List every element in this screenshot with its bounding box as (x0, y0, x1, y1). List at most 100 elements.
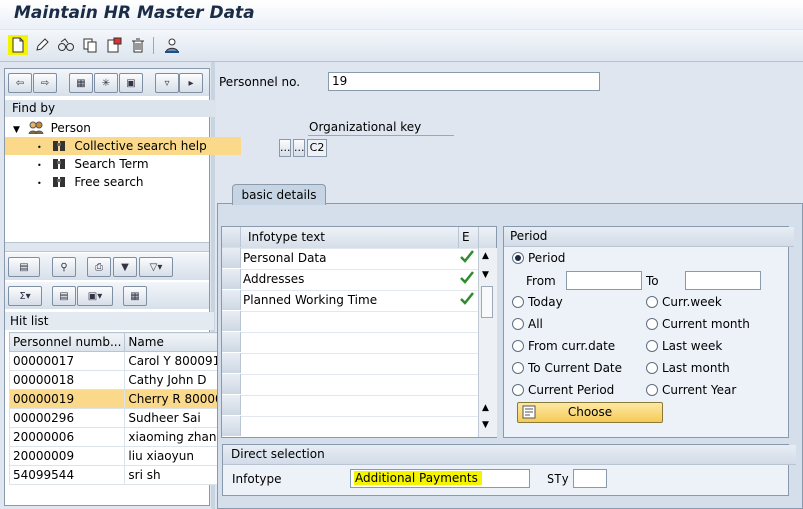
radio-to-current-date[interactable]: To Current Date (512, 361, 622, 375)
radio-dot[interactable] (646, 362, 658, 374)
scroll-up-icon[interactable]: ▲ (482, 251, 489, 261)
radio-dot[interactable] (512, 318, 524, 330)
scroll-down-icon[interactable]: ▼ (482, 270, 489, 280)
select-all-cell[interactable] (222, 227, 241, 247)
row-selector[interactable] (222, 395, 241, 415)
column-header-e[interactable]: E (462, 230, 470, 244)
row-selector[interactable] (222, 374, 241, 394)
row-selector[interactable] (222, 248, 241, 268)
choose-button[interactable]: Choose (517, 402, 663, 423)
export-icon[interactable]: ▣▾ (77, 286, 113, 306)
copy-icon[interactable] (80, 35, 100, 55)
radio-all[interactable]: All (512, 317, 543, 331)
radio-dot[interactable] (512, 340, 524, 352)
radio-current-month[interactable]: Current month (646, 317, 750, 331)
create-icon[interactable] (8, 35, 28, 55)
details-icon[interactable]: ▤ (8, 257, 40, 277)
row-selector[interactable] (222, 353, 241, 373)
table-row[interactable]: 20000006 xiaoming zhang (8, 427, 229, 447)
infotype-text[interactable]: Planned Working Time (243, 293, 377, 307)
cell-name[interactable]: Carol Y 800091 (124, 351, 229, 371)
org-key-button-2[interactable]: ... (293, 139, 305, 157)
layout-grid-icon[interactable]: ▦ (123, 286, 147, 306)
display-icon[interactable] (56, 35, 76, 55)
radio-current-year[interactable]: Current Year (646, 383, 736, 397)
column-header-personnel[interactable]: Personnel numb... (8, 332, 126, 352)
cell-name[interactable]: Sudheer Sai (124, 408, 229, 428)
expand-down-icon[interactable]: ▼ (13, 125, 20, 135)
tree-item-search-term[interactable]: • Search Term (5, 155, 241, 173)
radio-last-week[interactable]: Last week (646, 339, 722, 353)
cell-personnel[interactable]: 00000018 (8, 370, 126, 390)
radio-dot[interactable] (646, 296, 658, 308)
infotype-row-empty[interactable] (222, 374, 478, 396)
forward-arrow-icon[interactable]: ⇨ (33, 73, 57, 93)
radio-dot[interactable] (646, 340, 658, 352)
radio-dot[interactable] (512, 252, 524, 264)
row-selector[interactable] (222, 269, 241, 289)
scroll-down-bottom-icon[interactable]: ▼ (482, 420, 489, 430)
radio-current-period[interactable]: Current Period (512, 383, 614, 397)
radio-dot[interactable] (646, 318, 658, 330)
column-header-name[interactable]: Name (124, 332, 229, 352)
cell-name[interactable]: sri sh (124, 465, 229, 485)
radio-dot[interactable] (646, 384, 658, 396)
sty-field[interactable] (573, 469, 607, 488)
table-row[interactable]: 00000017 Carol Y 800091 (8, 351, 229, 371)
cell-personnel[interactable]: 00000296 (8, 408, 126, 428)
radio-today[interactable]: Today (512, 295, 563, 309)
vertical-scrollbar[interactable]: ▲ ▼ ▲ ▼ (478, 248, 497, 437)
scroll-thumb[interactable] (481, 286, 493, 318)
from-date-field[interactable] (566, 271, 642, 290)
infotype-row[interactable]: Planned Working Time (222, 290, 478, 312)
cell-name[interactable]: liu xiaoyun (124, 446, 229, 466)
tree-node-person[interactable]: ▼ Person (5, 119, 217, 137)
row-selector[interactable] (222, 311, 241, 331)
radio-curr-week[interactable]: Curr.week (646, 295, 722, 309)
infotype-row-empty[interactable] (222, 311, 478, 333)
cell-personnel[interactable]: 20000009 (8, 446, 126, 466)
table-row[interactable]: 00000018 Cathy John D (8, 370, 229, 390)
filter-down-icon[interactable]: ▿ (155, 73, 179, 93)
cell-personnel[interactable]: 00000019 (8, 389, 126, 409)
find-icon[interactable]: ⚲ (52, 257, 76, 277)
radio-period[interactable]: Period (512, 251, 565, 265)
tree-item-collective-search-help[interactable]: • Collective search help (5, 137, 241, 155)
sort-icon[interactable]: ▼ (113, 257, 137, 277)
table-row[interactable]: 20000009 liu xiaoyun (8, 446, 229, 466)
row-selector[interactable] (222, 290, 241, 310)
org-key-button-1[interactable]: ... (279, 139, 291, 157)
splitter-handle[interactable] (5, 242, 209, 252)
delimit-icon[interactable] (104, 35, 124, 55)
cell-personnel[interactable]: 54099544 (8, 465, 126, 485)
tree-item-free-search[interactable]: • Free search (5, 173, 241, 191)
to-date-field[interactable] (685, 271, 761, 290)
calendar-icon[interactable]: ▦ (69, 73, 93, 93)
infotype-row[interactable]: Personal Data (222, 248, 478, 270)
infotype-row-empty[interactable] (222, 353, 478, 375)
radio-last-month[interactable]: Last month (646, 361, 730, 375)
back-arrow-icon[interactable]: ⇦ (8, 73, 32, 93)
table-row[interactable]: 54099544 sri sh (8, 465, 229, 485)
infotype-field[interactable]: Additional Payments (350, 469, 530, 488)
personnel-no-field[interactable]: 19 (328, 72, 600, 91)
radio-dot[interactable] (512, 362, 524, 374)
infotype-text[interactable]: Addresses (243, 272, 304, 286)
infotype-row[interactable]: Addresses (222, 269, 478, 291)
settings-icon[interactable]: ✳ (94, 73, 118, 93)
sum-icon[interactable]: Σ▾ (8, 286, 42, 306)
print-icon[interactable]: ⎙ (87, 257, 111, 277)
radio-from-curr-date[interactable]: From curr.date (512, 339, 615, 353)
radio-dot[interactable] (512, 296, 524, 308)
table-row[interactable]: 00000296 Sudheer Sai (8, 408, 229, 428)
change-icon[interactable] (32, 35, 52, 55)
table-row-selected[interactable]: 00000019 Cherry R 80000 (8, 389, 229, 409)
infotype-row-empty[interactable] (222, 395, 478, 417)
print-preview-icon[interactable]: ▤ (52, 286, 76, 306)
cell-personnel[interactable]: 00000017 (8, 351, 126, 371)
infotype-text[interactable]: Personal Data (243, 251, 326, 265)
overview-icon[interactable] (162, 35, 182, 55)
cell-name[interactable]: Cathy John D (124, 370, 229, 390)
tab-basic-details[interactable]: basic details (232, 184, 326, 205)
cell-name[interactable]: Cherry R 80000 (124, 389, 229, 409)
